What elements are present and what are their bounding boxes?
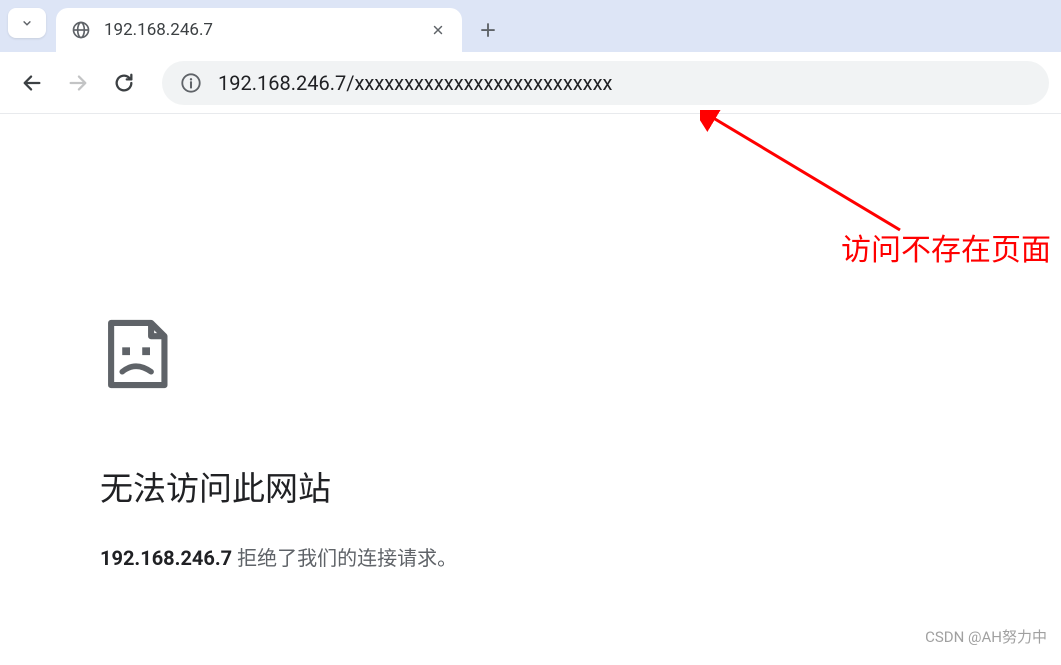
globe-icon	[70, 19, 92, 41]
arrow-left-icon	[21, 72, 43, 94]
error-host: 192.168.246.7	[100, 546, 232, 570]
browser-toolbar: 192.168.246.7/xxxxxxxxxxxxxxxxxxxxxxxxxx	[0, 52, 1061, 114]
tab-close-button[interactable]	[428, 20, 448, 40]
new-tab-button[interactable]	[470, 12, 506, 48]
tab-search-button[interactable]	[8, 8, 46, 38]
error-heading: 无法访问此网站	[100, 462, 1061, 510]
plus-icon	[479, 21, 497, 39]
forward-button[interactable]	[58, 63, 98, 103]
chevron-down-icon	[20, 16, 34, 30]
reload-button[interactable]	[104, 63, 144, 103]
browser-tab[interactable]: 192.168.246.7	[56, 8, 462, 52]
tab-title: 192.168.246.7	[104, 20, 416, 40]
arrow-right-icon	[67, 72, 89, 94]
url-text: 192.168.246.7/xxxxxxxxxxxxxxxxxxxxxxxxxx	[218, 71, 612, 95]
watermark: CSDN @AH努力中	[925, 626, 1047, 647]
close-icon	[431, 23, 445, 37]
error-page-content: 无法访问此网站 192.168.246.7 拒绝了我们的连接请求。	[0, 114, 1061, 571]
info-icon	[180, 72, 202, 94]
tab-strip: 192.168.246.7	[0, 0, 1061, 52]
sad-page-icon	[100, 314, 180, 394]
back-button[interactable]	[12, 63, 52, 103]
site-info-icon[interactable]	[180, 72, 202, 94]
address-bar[interactable]: 192.168.246.7/xxxxxxxxxxxxxxxxxxxxxxxxxx	[162, 61, 1049, 105]
error-message: 192.168.246.7 拒绝了我们的连接请求。	[100, 542, 1061, 571]
reload-icon	[113, 72, 135, 94]
error-detail: 拒绝了我们的连接请求。	[232, 546, 457, 570]
